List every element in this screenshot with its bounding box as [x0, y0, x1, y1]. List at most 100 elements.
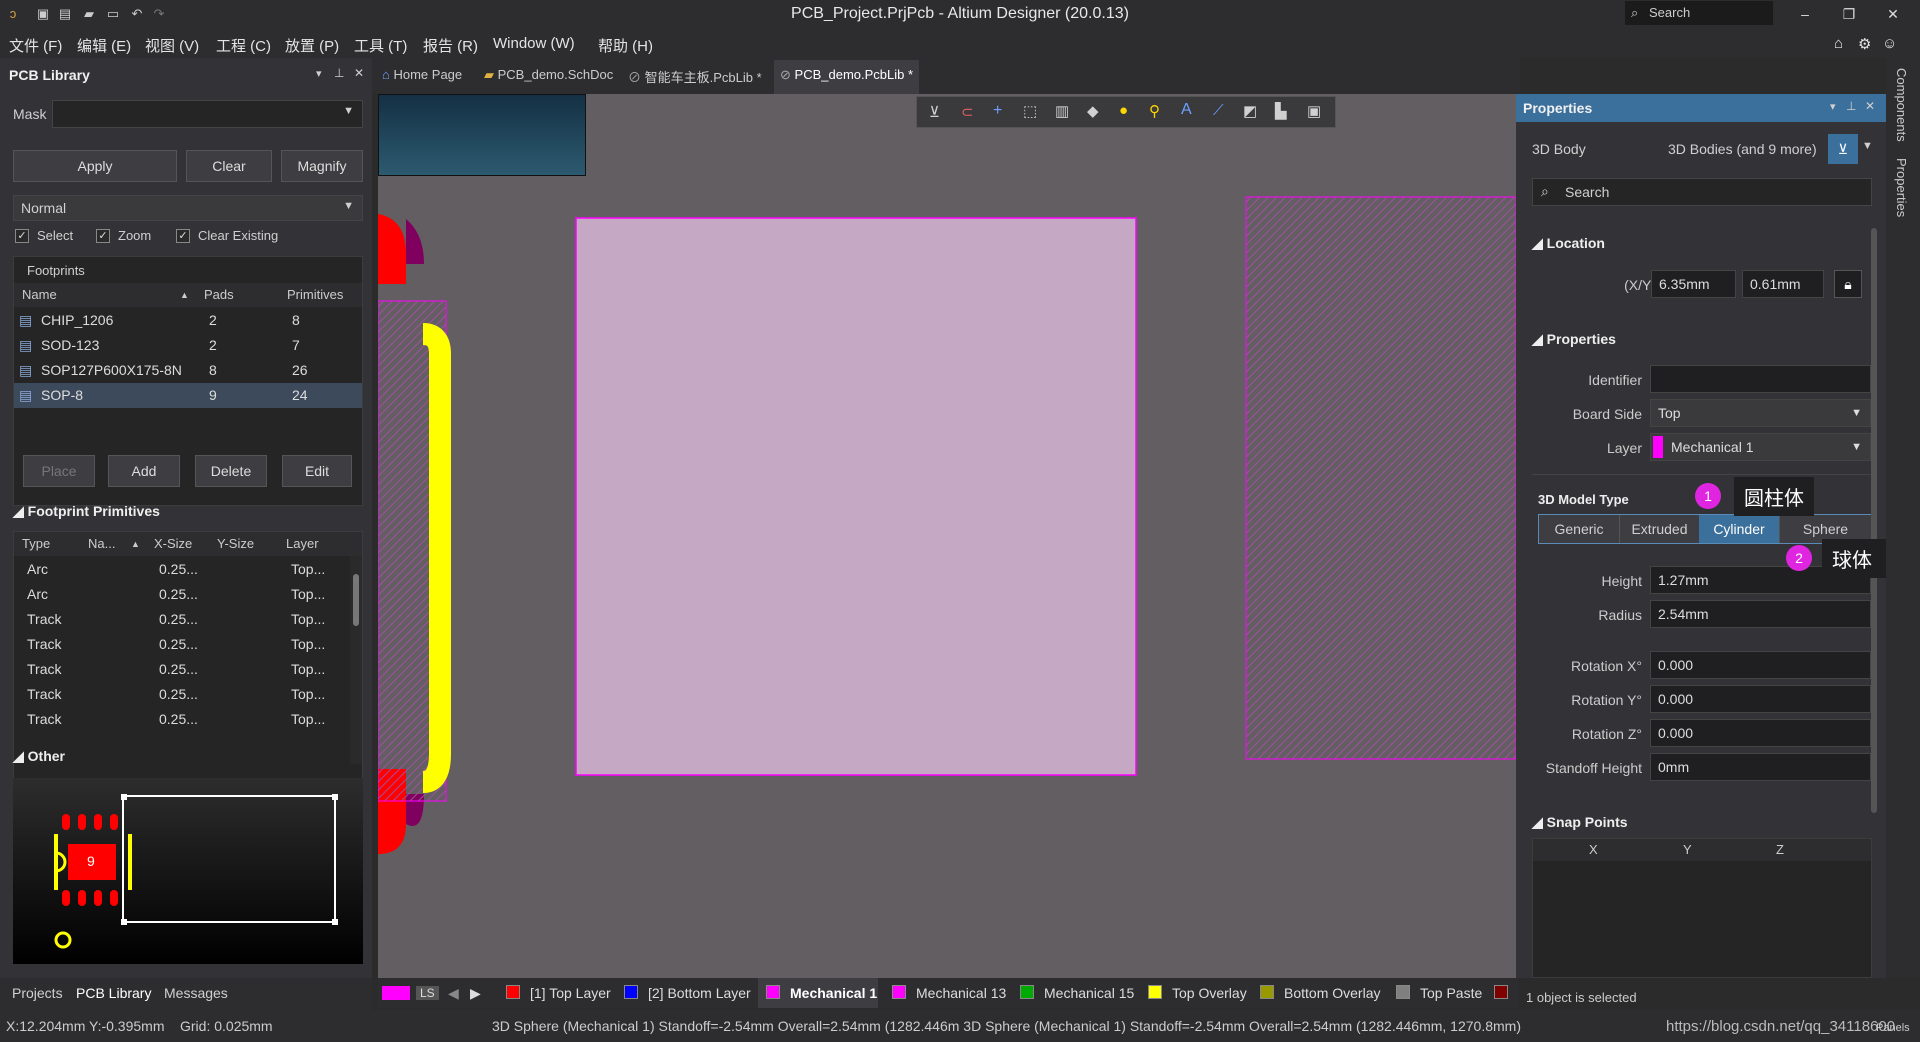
table-row[interactable]: Track 0.25... Top...: [14, 682, 362, 707]
table-row-selected[interactable]: ▤ SOP-8 9 24: [14, 383, 362, 408]
shape-icon[interactable]: ◆: [1087, 102, 1099, 120]
model-type-extruded[interactable]: Extruded: [1619, 515, 1699, 543]
table-row[interactable]: ▤ CHIP_1206 2 8: [14, 308, 362, 333]
close-window-button[interactable]: ✕: [1882, 4, 1904, 24]
pin-icon[interactable]: ⊥: [1846, 99, 1856, 113]
zoom-checkbox[interactable]: ✓: [96, 229, 110, 243]
lock-icon[interactable]: 🔒︎: [1834, 270, 1862, 298]
model-type-generic[interactable]: Generic: [1539, 515, 1619, 543]
cross-icon[interactable]: +: [993, 102, 1002, 120]
rotation-y-field[interactable]: 0.000: [1650, 685, 1871, 713]
identifier-field[interactable]: [1650, 365, 1871, 393]
user-icon[interactable]: ☺: [1882, 35, 1897, 52]
menu-tools[interactable]: 工具 (T): [354, 35, 407, 56]
table-row[interactable]: Arc 0.25... Top...: [14, 582, 362, 607]
pcb-canvas[interactable]: ⊻ ⊂ + ⬚ ▥ ◆ ● ⚲ A ⟋ ◩ ▙ ▣: [378, 94, 1516, 979]
table-row[interactable]: ▤ SOD-123 2 7: [14, 333, 362, 358]
menu-project[interactable]: 工程 (C): [216, 35, 271, 56]
panel-close-icon[interactable]: ✕: [1865, 99, 1875, 113]
col-y[interactable]: Y: [1683, 842, 1692, 857]
pad-icon[interactable]: ●: [1119, 102, 1128, 119]
panel-close-icon[interactable]: ✕: [354, 66, 364, 80]
pin-icon[interactable]: ⊥: [334, 66, 344, 80]
table-row[interactable]: Track 0.25... Top...: [14, 632, 362, 657]
layer-top-overlay[interactable]: Top Overlay: [1172, 985, 1247, 1001]
line-icon[interactable]: ⟋: [1213, 102, 1224, 119]
tab-messages[interactable]: Messages: [164, 985, 228, 1001]
tab-properties[interactable]: Properties: [1894, 158, 1909, 217]
home-icon[interactable]: ⌂: [1834, 35, 1843, 52]
layer-mechanical-1[interactable]: Mechanical 1: [790, 985, 877, 1001]
col-pads[interactable]: Pads: [204, 287, 234, 302]
delete-button[interactable]: Delete: [195, 455, 267, 487]
col-layer[interactable]: Layer: [286, 536, 319, 551]
table-row[interactable]: Track 0.25... Top...: [14, 707, 362, 732]
mask-input[interactable]: ▼: [52, 100, 363, 128]
menu-view[interactable]: 视图 (V): [145, 35, 199, 56]
y-field[interactable]: 0.61mm: [1742, 270, 1824, 298]
menu-window[interactable]: Window (W): [493, 35, 575, 52]
tab-pcb-library[interactable]: PCB Library: [76, 985, 151, 1001]
table-row[interactable]: Track 0.25... Top...: [14, 607, 362, 632]
menu-edit[interactable]: 编辑 (E): [77, 35, 131, 56]
radius-field[interactable]: 2.54mm: [1650, 600, 1871, 628]
properties-section[interactable]: ◢ Properties: [1532, 331, 1616, 348]
chevron-down-icon[interactable]: ▼: [1862, 140, 1873, 152]
magnify-button[interactable]: Magnify: [281, 150, 363, 182]
col-name[interactable]: Na...: [88, 536, 115, 551]
col-x-size[interactable]: X-Size: [154, 536, 192, 551]
layer-bottom-overlay[interactable]: Bottom Overlay: [1284, 985, 1380, 1001]
minimize-button[interactable]: –: [1794, 4, 1816, 24]
scroll-left-icon[interactable]: ◀: [448, 985, 459, 1002]
clear-button[interactable]: Clear: [186, 150, 272, 182]
apply-button[interactable]: Apply: [13, 150, 177, 182]
layer-mechanical-15[interactable]: Mechanical 15: [1044, 985, 1134, 1001]
add-button[interactable]: Add: [108, 455, 180, 487]
filter-mode-select[interactable]: Normal ▼: [13, 195, 363, 221]
scrollbar-thumb[interactable]: [353, 574, 359, 626]
snap-points-section[interactable]: ◢ Snap Points: [1532, 814, 1628, 831]
model-type-cylinder[interactable]: Cylinder: [1699, 515, 1779, 543]
filter-button[interactable]: ⊻: [1828, 134, 1858, 164]
clear-existing-checkbox[interactable]: ✓: [176, 229, 190, 243]
col-y-size[interactable]: Y-Size: [217, 536, 254, 551]
layer-mechanical-13[interactable]: Mechanical 13: [916, 985, 1006, 1001]
board-side-select[interactable]: Top ▼: [1650, 399, 1871, 427]
scrollbar-thumb[interactable]: [1871, 228, 1877, 813]
place-button[interactable]: Place: [23, 455, 95, 487]
tab-projects[interactable]: Projects: [12, 985, 63, 1001]
layer-bottom[interactable]: [2] Bottom Layer: [648, 985, 751, 1001]
region-icon[interactable]: ◩: [1243, 102, 1257, 120]
scroll-right-icon[interactable]: ▶: [470, 985, 481, 1002]
panel-menu-icon[interactable]: ▾: [1830, 100, 1836, 113]
tab-home-page[interactable]: ⌂ Home Page: [382, 67, 462, 82]
select-rect-icon[interactable]: ⬚: [1023, 102, 1037, 120]
tab-pcblib-main[interactable]: ⊘ 智能车主板.PcbLib *: [628, 67, 762, 86]
tab-pcb-demo-pcblib[interactable]: ⊘ PCB_demo.PcbLib *: [774, 60, 920, 94]
ls-button[interactable]: LS: [416, 986, 439, 1000]
filter-icon[interactable]: ⊻: [929, 103, 940, 121]
rotation-x-field[interactable]: 0.000: [1650, 651, 1871, 679]
menu-reports[interactable]: 报告 (R): [423, 35, 478, 56]
route-icon[interactable]: ⊂: [961, 103, 974, 121]
table-row[interactable]: ▤ SOP127P600X175-8N 8 26: [14, 358, 362, 383]
layer-top-paste[interactable]: Top Paste: [1420, 985, 1482, 1001]
layer-top[interactable]: [1] Top Layer: [530, 985, 611, 1001]
global-search[interactable]: ⌕ Search: [1625, 1, 1773, 25]
col-name[interactable]: Name: [22, 287, 57, 302]
standoff-field[interactable]: 0mm: [1650, 753, 1871, 781]
3d-body-icon[interactable]: ▣: [1307, 102, 1321, 120]
properties-search[interactable]: ⌕ Search: [1532, 178, 1872, 206]
scrollbar[interactable]: [350, 556, 362, 764]
rotation-z-field[interactable]: 0.000: [1650, 719, 1871, 747]
select-checkbox[interactable]: ✓: [15, 229, 29, 243]
table-row[interactable]: Track 0.25... Top...: [14, 657, 362, 682]
via-icon[interactable]: ⚲: [1149, 102, 1160, 120]
panel-menu-icon[interactable]: ▾: [316, 67, 322, 80]
menu-file[interactable]: 文件 (F): [9, 35, 62, 56]
col-z[interactable]: Z: [1776, 842, 1784, 857]
tab-schdoc[interactable]: ▰ PCB_demo.SchDoc: [484, 67, 613, 83]
x-field[interactable]: 6.35mm: [1651, 270, 1736, 298]
location-section[interactable]: ◢ Location: [1532, 235, 1605, 252]
table-row[interactable]: Arc 0.25... Top...: [14, 557, 362, 582]
